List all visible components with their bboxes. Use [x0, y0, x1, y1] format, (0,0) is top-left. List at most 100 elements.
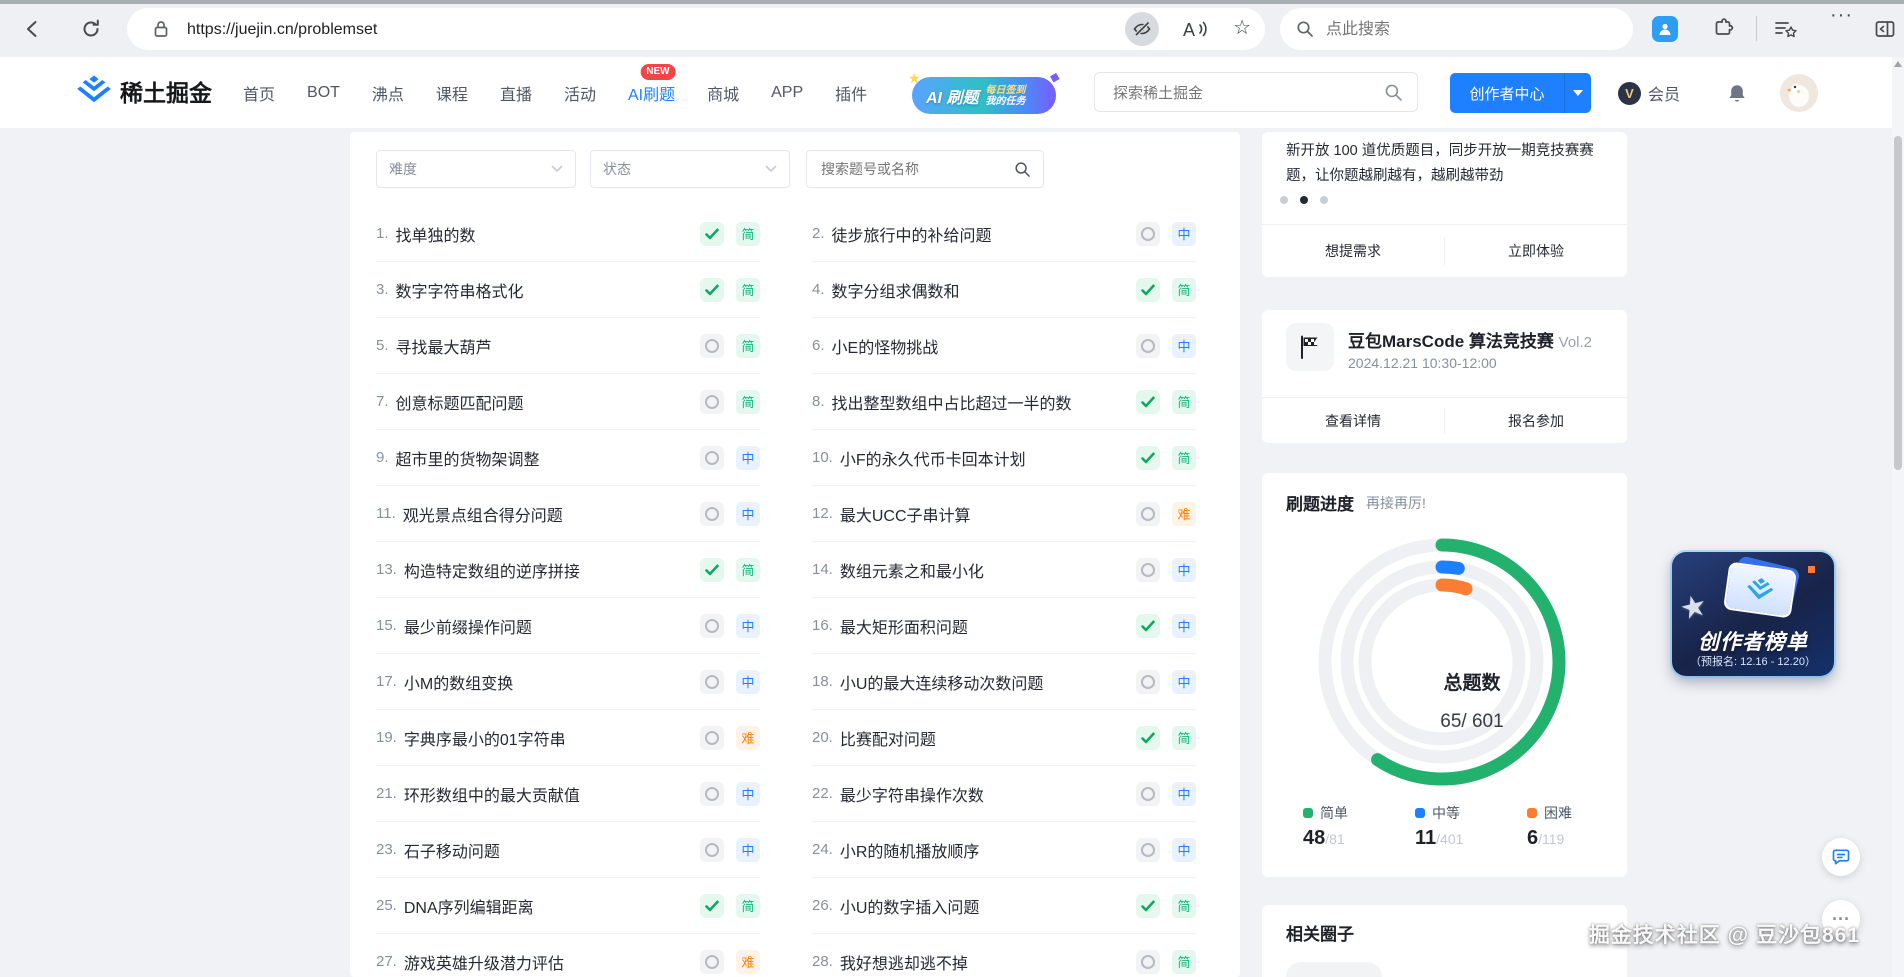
contest-title[interactable]: 豆包MarsCode 算法竞技赛 Vol.2 — [1348, 327, 1592, 352]
favorites-hub-icon[interactable] — [1774, 18, 1798, 40]
nav-item-AI刷题[interactable]: AI刷题NEW — [628, 81, 675, 105]
badge-card-front — [1723, 562, 1797, 619]
view-details-button[interactable]: 查看详情 — [1262, 411, 1444, 431]
problem-row[interactable]: 6. 小E的怪物挑战 中 — [812, 318, 1196, 374]
scrollbar-thumb[interactable] — [1894, 136, 1902, 470]
vip-badge-icon: V — [1618, 82, 1641, 105]
problem-row[interactable]: 3. 数字字符串格式化 简 — [376, 262, 760, 318]
problem-number: 4. — [812, 281, 825, 298]
problem-row[interactable]: 17. 小M的数组变换 中 — [376, 654, 760, 710]
status-icon — [1136, 838, 1160, 862]
nav-item-APP[interactable]: APP — [771, 84, 803, 102]
status-icon — [1136, 782, 1160, 806]
feedback-chat-button[interactable] — [1822, 838, 1860, 876]
address-bar[interactable]: A ☆ — [127, 8, 1265, 50]
difficulty-badge: 中 — [736, 838, 760, 862]
problem-number: 2. — [812, 225, 825, 242]
browser-profile-icon[interactable] — [1652, 16, 1678, 42]
browser-search-box[interactable] — [1280, 8, 1633, 50]
carousel-dot[interactable] — [1280, 196, 1288, 204]
problem-title: 最大UCC子串计算 — [840, 502, 971, 526]
status-filter-select[interactable]: 状态 — [590, 150, 790, 188]
scrollbar-up-arrow[interactable] — [1894, 61, 1902, 67]
feedback-button[interactable]: 想提需求 — [1262, 241, 1444, 261]
nav-item-活动[interactable]: 活动 — [564, 81, 596, 105]
problem-number: 26. — [812, 897, 833, 914]
nav-item-BOT[interactable]: BOT — [307, 84, 340, 102]
problem-row[interactable]: 24. 小R的随机播放顺序 中 — [812, 822, 1196, 878]
back-icon[interactable] — [22, 18, 44, 40]
problem-number: 12. — [812, 505, 833, 522]
nav-item-沸点[interactable]: 沸点 — [372, 81, 404, 105]
problem-row[interactable]: 18. 小U的最大连续移动次数问题 中 — [812, 654, 1196, 710]
problem-row[interactable]: 28. 我好想逃却逃不掉 简 — [812, 934, 1196, 977]
notification-bell-icon[interactable] — [1726, 83, 1748, 105]
problem-row[interactable]: 9. 超市里的货物架调整 中 — [376, 430, 760, 486]
try-now-button[interactable]: 立即体验 — [1445, 241, 1627, 261]
extensions-icon[interactable] — [1712, 18, 1734, 40]
nav-item-首页[interactable]: 首页 — [243, 81, 275, 105]
problem-row[interactable]: 20. 比赛配对问题 简 — [812, 710, 1196, 766]
juejin-logo[interactable]: 稀土掘金 — [76, 74, 212, 108]
problem-row[interactable]: 7. 创意标题匹配问题 简 — [376, 374, 760, 430]
problem-title: 字典序最小的01字符串 — [404, 726, 566, 750]
problem-row[interactable]: 14. 数组元素之和最小化 中 — [812, 542, 1196, 598]
main-nav: 首页 BOT 沸点 课程 直播 活动 AI刷题NEW 商城 APP 插件 — [243, 57, 867, 128]
member-link[interactable]: V 会员 — [1618, 81, 1680, 105]
difficulty-filter-select[interactable]: 难度 — [376, 150, 576, 188]
problem-row[interactable]: 27. 游戏英雄升级潜力评估 难 — [376, 934, 760, 977]
ai-quiz-banner[interactable]: ★ AI 刷题 每日签到 我的任务 ◆ — [912, 77, 1056, 114]
nav-item-直播[interactable]: 直播 — [500, 81, 532, 105]
tracking-prevention-icon[interactable] — [1125, 12, 1159, 46]
user-avatar[interactable] — [1780, 74, 1818, 112]
problem-row[interactable]: 1. 找单独的数 简 — [376, 206, 760, 262]
status-icon — [700, 838, 724, 862]
problem-row[interactable]: 16. 最大矩形面积问题 中 — [812, 598, 1196, 654]
carousel-dot[interactable] — [1320, 196, 1328, 204]
progress-card: 刷题进度 再接再厉! 总题数 65/ 601 简单 48/81 中等 11/40… — [1262, 473, 1627, 877]
problem-row[interactable]: 11. 观光景点组合得分问题 中 — [376, 486, 760, 542]
nav-item-商城[interactable]: 商城 — [707, 81, 739, 105]
problem-row[interactable]: 19. 字典序最小的01字符串 难 — [376, 710, 760, 766]
problem-row[interactable]: 12. 最大UCC子串计算 难 — [812, 486, 1196, 542]
url-input[interactable] — [185, 8, 949, 52]
problem-row[interactable]: 21. 环形数组中的最大贡献值 中 — [376, 766, 760, 822]
site-search-box[interactable] — [1094, 72, 1418, 112]
problem-search-box[interactable] — [806, 150, 1044, 188]
register-button[interactable]: 报名参加 — [1445, 411, 1627, 431]
lock-icon[interactable] — [153, 20, 169, 38]
problem-row[interactable]: 2. 徒步旅行中的补给问题 中 — [812, 206, 1196, 262]
problem-row[interactable]: 4. 数字分组求偶数和 简 — [812, 262, 1196, 318]
difficulty-badge: 中 — [1172, 614, 1196, 638]
problem-row[interactable]: 13. 构造特定数组的逆序拼接 简 — [376, 542, 760, 598]
read-aloud-icon[interactable]: A — [1181, 16, 1209, 42]
problem-row[interactable]: 23. 石子移动问题 中 — [376, 822, 760, 878]
favorite-star-icon[interactable]: ☆ — [1233, 15, 1251, 40]
problem-row[interactable]: 22. 最少字符串操作次数 中 — [812, 766, 1196, 822]
nav-item-插件[interactable]: 插件 — [835, 81, 867, 105]
refresh-icon[interactable] — [80, 18, 102, 40]
status-icon — [1136, 222, 1160, 246]
sidebar-panel-icon[interactable] — [1874, 18, 1896, 40]
search-icon[interactable] — [1014, 161, 1031, 178]
site-search-input[interactable] — [1111, 73, 1365, 113]
progress-stat-中等: 中等 11/401 — [1415, 803, 1527, 850]
problem-row[interactable]: 26. 小U的数字插入问题 简 — [812, 878, 1196, 934]
circle-item[interactable] — [1286, 962, 1382, 977]
problem-row[interactable]: 8. 找出整型数组中占比超过一半的数 简 — [812, 374, 1196, 430]
carousel-dot[interactable] — [1300, 196, 1308, 204]
problem-row[interactable]: 5. 寻找最大葫芦 简 — [376, 318, 760, 374]
juejin-logo-icon — [76, 74, 112, 108]
problem-row[interactable]: 10. 小F的永久代币卡回本计划 简 — [812, 430, 1196, 486]
problem-number: 11. — [376, 505, 396, 522]
creator-center-button[interactable]: 创作者中心 — [1450, 73, 1591, 113]
browser-search-input[interactable] — [1324, 8, 1608, 52]
problem-search-input[interactable] — [819, 160, 1014, 178]
problem-row[interactable]: 25. DNA序列编辑距离 简 — [376, 878, 760, 934]
chevron-down-icon[interactable] — [1565, 90, 1591, 96]
problem-row[interactable]: 15. 最少前缀操作问题 中 — [376, 598, 760, 654]
search-icon[interactable] — [1384, 83, 1403, 102]
creator-rank-badge[interactable]: ★ 创作者榜单 （预报名: 12.16 - 12.20） — [1672, 552, 1834, 676]
nav-item-课程[interactable]: 课程 — [436, 81, 468, 105]
browser-menu-icon[interactable]: ··· — [1830, 4, 1853, 27]
